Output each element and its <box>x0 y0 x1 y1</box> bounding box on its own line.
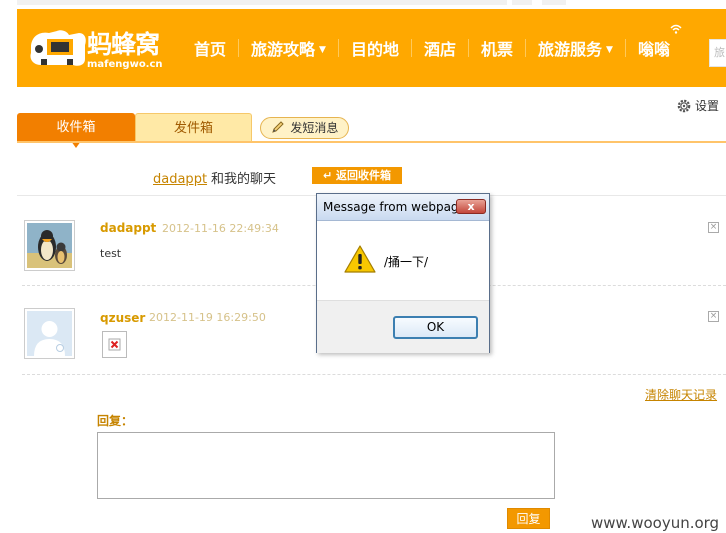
delete-message-icon[interactable]: × <box>708 222 719 233</box>
default-avatar-image <box>27 311 72 356</box>
browser-top-strip <box>0 0 726 8</box>
caret-down-icon: ▼ <box>319 45 326 55</box>
dialog-body: /捅一下/ <box>317 221 489 300</box>
logo-domain: mafengwo.cn <box>87 59 163 70</box>
nav-item-label: 嗡嗡 <box>637 40 670 59</box>
tab-inbox-label: 收件箱 <box>56 120 96 135</box>
tab-outbox[interactable]: 发件箱 <box>135 113 252 141</box>
partner-link[interactable]: dadappt <box>153 172 207 187</box>
message-divider <box>22 374 726 375</box>
pencil-icon <box>271 121 284 133</box>
nav-item[interactable]: 机票 <box>469 36 525 60</box>
ok-button[interactable]: OK <box>393 316 478 339</box>
dialog-message: /捅一下/ <box>384 255 429 269</box>
gear-icon <box>677 99 691 112</box>
dialog-footer: OK <box>317 300 489 353</box>
nav-item[interactable]: 旅游服务 ▼ <box>526 36 625 60</box>
nav-item[interactable]: 目的地 <box>339 36 411 60</box>
tab-underline <box>17 141 726 143</box>
avatar[interactable] <box>24 220 75 271</box>
nav-item-label: 机票 <box>480 40 513 59</box>
message-username[interactable]: dadappt <box>100 221 156 235</box>
broken-image-icon <box>102 331 127 358</box>
send-message-button[interactable]: 发短消息 <box>260 117 349 139</box>
alert-dialog: Message from webpage x /捅一下/ OK <box>316 193 490 353</box>
settings-link[interactable]: 设置 <box>676 97 719 114</box>
tab-outbox-label: 发件箱 <box>173 121 213 136</box>
back-to-inbox-button[interactable]: ↵ 返回收件箱 <box>312 167 402 184</box>
nav-item[interactable]: 旅游攻略 ▼ <box>239 36 338 60</box>
close-icon: x <box>467 200 475 213</box>
caret-down-icon: ▼ <box>606 45 613 55</box>
penguin-avatar-image <box>27 223 72 268</box>
broken-image-glyph <box>108 338 121 351</box>
settings-label: 设置 <box>695 99 720 113</box>
main-nav: 首页 旅游攻略 ▼ 目的地 酒店 机票 旅游服务 ▼ 嗡嗡 <box>182 9 682 87</box>
nav-item[interactable]: 嗡嗡 <box>626 24 682 60</box>
message-text: test <box>100 247 122 260</box>
nav-item-label: 旅游攻略 <box>251 40 316 59</box>
nav-item[interactable]: 首页 <box>182 36 238 60</box>
nav-item-label: 酒店 <box>423 40 456 59</box>
wifi-icon <box>670 24 682 34</box>
logo-text: 蚂蜂窝 <box>87 30 160 59</box>
bee-logo-icon <box>30 30 86 66</box>
tab-inbox[interactable]: 收件箱 <box>17 113 135 148</box>
return-arrow-icon: ↵ <box>322 169 337 182</box>
message-timestamp: 2012-11-16 22:49:34 <box>162 222 279 235</box>
search-input[interactable]: 旅 <box>709 39 726 67</box>
dialog-titlebar[interactable]: Message from webpage x <box>317 194 489 221</box>
site-logo[interactable]: 蚂蜂窝 mafengwo.cn <box>27 23 163 75</box>
clear-history-link[interactable]: 清除聊天记录 <box>645 386 717 403</box>
dialog-close-button[interactable]: x <box>456 199 486 214</box>
watermark: www.wooyun.org <box>591 514 720 532</box>
nav-item[interactable]: 酒店 <box>412 36 468 60</box>
delete-message-icon[interactable]: × <box>708 311 719 322</box>
reply-label: 回复： <box>97 414 134 428</box>
nav-item-label: 目的地 <box>350 40 399 59</box>
avatar[interactable] <box>24 308 75 359</box>
conversation-title-suffix: 和我的聊天 <box>211 172 277 187</box>
back-to-inbox-label: 返回收件箱 <box>336 169 392 182</box>
top-strip-bar <box>17 0 507 5</box>
dialog-title: Message from webpage <box>323 200 466 214</box>
nav-item-label: 首页 <box>194 40 227 59</box>
nav-item-label: 旅游服务 <box>538 40 603 59</box>
conversation-title: dadappt 和我的聊天 <box>153 168 276 187</box>
send-message-label: 发短消息 <box>290 121 339 135</box>
message-timestamp: 2012-11-19 16:29:50 <box>149 311 266 324</box>
message-username[interactable]: qzuser <box>100 311 145 325</box>
top-strip-bar <box>542 0 566 5</box>
site-header: 蚂蜂窝 mafengwo.cn 首页 旅游攻略 ▼ 目的地 酒店 机票 旅游服务 ▼ 嗡嗡 旅 <box>17 9 726 87</box>
reply-textarea[interactable] <box>97 432 555 499</box>
warning-icon <box>344 245 376 273</box>
reply-button[interactable]: 回复 <box>507 508 550 529</box>
top-strip-bar <box>512 0 532 5</box>
